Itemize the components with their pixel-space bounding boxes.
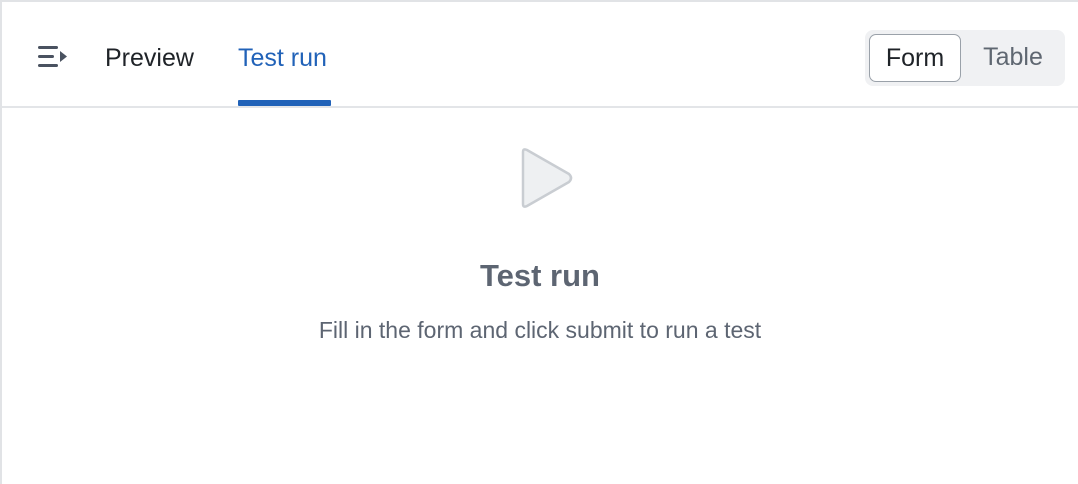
tab-test-run[interactable]: Test run (238, 40, 327, 106)
toggle-form[interactable]: Form (869, 34, 961, 82)
empty-state: Test run Fill in the form and click subm… (2, 108, 1078, 484)
test-panel: Preview Test run Form Table Test run Fil… (0, 0, 1078, 484)
toggle-table[interactable]: Table (965, 34, 1061, 82)
menu-collapse-icon (38, 46, 67, 67)
panel-header: Preview Test run Form Table (2, 2, 1078, 108)
play-icon (521, 148, 573, 208)
menu-collapse-button[interactable] (36, 40, 72, 76)
view-toggle: Form Table (865, 30, 1065, 86)
tab-preview[interactable]: Preview (105, 40, 194, 106)
empty-state-title: Test run (480, 258, 600, 293)
active-tab-indicator (238, 100, 331, 106)
empty-state-subtitle: Fill in the form and click submit to run… (318, 317, 762, 343)
